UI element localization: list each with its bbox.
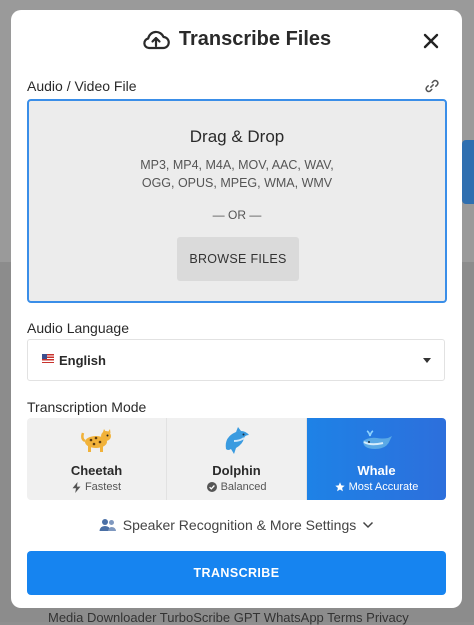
mode-name: Whale xyxy=(357,463,396,478)
more-settings-toggle[interactable]: Speaker Recognition & More Settings xyxy=(11,517,462,533)
transcribe-modal: Transcribe Files Audio / Video File Drag… xyxy=(11,10,462,608)
mode-option-dolphin[interactable]: Dolphin Balanced xyxy=(167,418,307,500)
settings-label: Speaker Recognition & More Settings xyxy=(122,517,357,533)
people-icon xyxy=(99,519,116,531)
check-circle-icon xyxy=(206,482,217,492)
transcription-mode-selector: Cheetah Fastest Dolphin Balanced Whale M… xyxy=(27,418,446,500)
background-footer-links: Media Downloader TurboScribe GPT WhatsAp… xyxy=(48,610,409,625)
star-icon xyxy=(334,482,345,492)
mode-option-whale[interactable]: Whale Most Accurate xyxy=(307,418,446,500)
caret-down-icon xyxy=(423,358,431,363)
modal-header: Transcribe Files xyxy=(11,10,462,76)
leopard-icon xyxy=(80,429,111,452)
chevron-down-icon xyxy=(363,521,374,529)
language-label: Audio Language xyxy=(27,320,129,336)
link-icon[interactable] xyxy=(424,78,440,94)
file-label: Audio / Video File xyxy=(27,78,137,94)
close-icon[interactable] xyxy=(422,32,440,50)
mode-subtitle: Most Accurate xyxy=(348,481,419,493)
mode-subtitle: Balanced xyxy=(220,481,267,493)
mode-name: Dolphin xyxy=(212,463,261,478)
language-select[interactable]: English xyxy=(27,339,445,381)
cloud-upload-icon xyxy=(143,30,170,49)
mode-label: Transcription Mode xyxy=(27,399,147,415)
file-dropzone[interactable]: Drag & Drop MP3, MP4, M4A, MOV, AAC, WAV… xyxy=(27,99,447,303)
us-flag-icon xyxy=(42,354,54,363)
background-blue-button-fragment xyxy=(462,140,474,204)
mode-subtitle: Fastest xyxy=(84,481,122,493)
transcribe-button[interactable]: TRANSCRIBE xyxy=(27,551,446,595)
whale-icon xyxy=(362,430,392,449)
or-divider: — OR — xyxy=(212,208,262,222)
supported-formats: MP3, MP4, M4A, MOV, AAC, WAV, OGG, OPUS,… xyxy=(140,158,334,190)
mode-option-cheetah[interactable]: Cheetah Fastest xyxy=(27,418,167,500)
dropzone-title: Drag & Drop xyxy=(189,127,285,146)
browse-files-button[interactable]: BROWSE FILES xyxy=(177,237,299,281)
dolphin-icon xyxy=(225,427,249,454)
bolt-icon xyxy=(72,481,81,493)
language-value: English xyxy=(59,353,106,368)
modal-title: Transcribe Files xyxy=(178,28,332,50)
mode-name: Cheetah xyxy=(70,463,123,478)
